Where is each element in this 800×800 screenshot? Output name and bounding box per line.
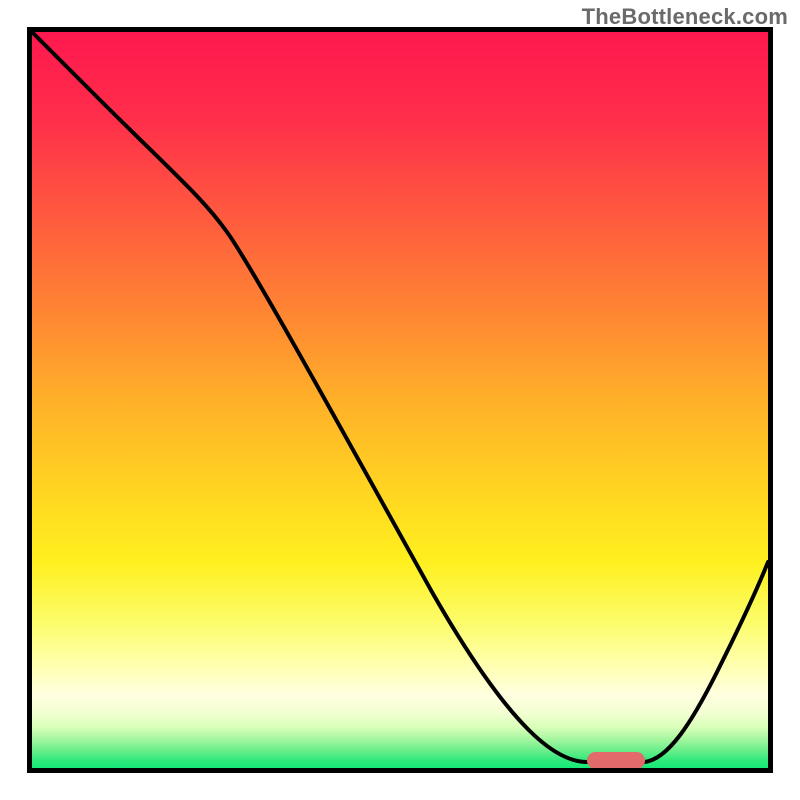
curve-line (32, 32, 768, 768)
optimum-marker (587, 752, 645, 769)
chart-container: TheBottleneck.com (0, 0, 800, 800)
plot-area (27, 27, 773, 773)
watermark-text: TheBottleneck.com (582, 4, 788, 30)
